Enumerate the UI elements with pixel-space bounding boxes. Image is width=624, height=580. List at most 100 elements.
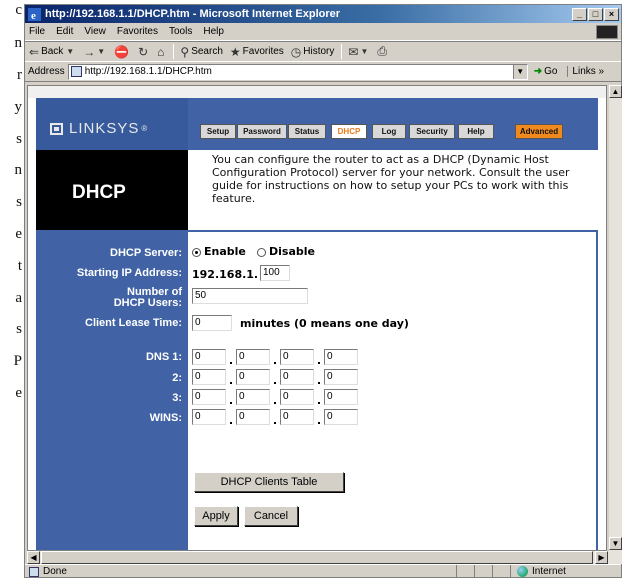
menu-favorites[interactable]: Favorites (117, 26, 158, 37)
book-text-fragment: s (16, 131, 22, 147)
dns1-octet-1-input[interactable]: 0 (192, 349, 226, 365)
dns2-octet-1-input[interactable]: 0 (192, 369, 226, 385)
title-area: DHCP (36, 150, 188, 230)
address-value: http://192.168.1.1/DHCP.htm (84, 66, 212, 77)
back-button[interactable]: ⇐ Back ▼ (29, 45, 76, 59)
go-button[interactable]: ➜ Go (534, 66, 558, 77)
status-cell (457, 565, 475, 578)
linksys-logo: LINKSYS ® (50, 120, 148, 137)
chevron-down-icon[interactable]: ▼ (512, 64, 527, 79)
dns3-octet-4-input[interactable]: 0 (324, 389, 358, 405)
tab-setup[interactable]: Setup (200, 124, 236, 139)
scroll-up-icon[interactable]: ▲ (609, 85, 622, 98)
address-label: Address (28, 66, 65, 77)
dns1-octet-2-input[interactable]: 0 (236, 349, 270, 365)
tab-advanced[interactable]: Advanced (515, 124, 563, 139)
print-button[interactable]: ⎙ (377, 44, 389, 59)
dns2-octet-2-input[interactable]: 0 (236, 369, 270, 385)
linksys-logo-icon (50, 122, 63, 135)
menu-view[interactable]: View (84, 26, 106, 37)
octet-separator (274, 382, 276, 384)
links-button[interactable]: Links » (567, 66, 604, 77)
dns1-octet-4-input[interactable]: 0 (324, 349, 358, 365)
dns3-octet-2-input[interactable]: 0 (236, 389, 270, 405)
menu-bar: File Edit View Favorites Tools Help (25, 23, 621, 41)
cancel-button[interactable]: Cancel (244, 506, 298, 526)
menu-file[interactable]: File (29, 26, 45, 37)
enable-radio[interactable] (192, 248, 201, 257)
home-icon: ⌂ (157, 44, 165, 59)
octet-separator (274, 402, 276, 404)
status-message: Done (25, 565, 457, 578)
wins-label: WINS: (149, 412, 182, 424)
home-button[interactable]: ⌂ (157, 45, 166, 59)
menu-edit[interactable]: Edit (56, 26, 73, 37)
scroll-left-icon[interactable]: ◀ (27, 551, 40, 564)
scroll-down-icon[interactable]: ▼ (609, 537, 622, 550)
close-button[interactable]: × (604, 7, 619, 21)
page-top-strip (28, 86, 606, 98)
page-icon (70, 66, 82, 77)
search-button[interactable]: ⚲ Search (180, 45, 222, 59)
tab-dhcp[interactable]: DHCP (331, 124, 367, 139)
menu-help[interactable]: Help (203, 26, 224, 37)
scroll-right-icon[interactable]: ▶ (595, 551, 608, 564)
dns3-octet-1-input[interactable]: 0 (192, 389, 226, 405)
horizontal-scrollbar[interactable]: ◀ ▶ (27, 551, 622, 564)
page-title: DHCP (72, 182, 126, 203)
minimize-button[interactable]: _ (572, 7, 587, 21)
browser-window: e http://192.168.1.1/DHCP.htm - Microsof… (24, 4, 622, 578)
lease-time-input[interactable]: 0 (192, 315, 232, 331)
scroll-thumb[interactable] (41, 551, 593, 564)
linksys-logo-text: LINKSYS (69, 120, 140, 137)
tab-status[interactable]: Status (288, 124, 326, 139)
refresh-button[interactable]: ↻ (138, 45, 150, 59)
vertical-scrollbar[interactable]: ▲ ▼ (609, 85, 622, 551)
address-input[interactable]: http://192.168.1.1/DHCP.htm ▼ (67, 63, 528, 80)
forward-button[interactable]: → ▼ (83, 45, 107, 59)
dns2-octet-4-input[interactable]: 0 (324, 369, 358, 385)
go-label: Go (544, 66, 558, 77)
dns2-label: 2: (172, 372, 182, 384)
history-button[interactable]: ◷ History (291, 45, 335, 59)
octet-separator (230, 402, 232, 404)
lease-time-label: Client Lease Time: (85, 317, 182, 329)
starting-ip-last-octet-input[interactable]: 100 (260, 265, 290, 281)
menu-tools[interactable]: Tools (169, 26, 192, 37)
favorites-button[interactable]: ★ Favorites (230, 45, 284, 59)
wins-octet-2-input[interactable]: 0 (236, 409, 270, 425)
chevron-down-icon: ▼ (66, 47, 75, 56)
num-users-input[interactable]: 50 (192, 288, 308, 304)
tab-log[interactable]: Log (372, 124, 406, 139)
tab-security[interactable]: Security (409, 124, 455, 139)
octet-separator (318, 382, 320, 384)
starting-ip-label: Starting IP Address: (76, 267, 182, 279)
go-arrow-icon: ➜ (533, 66, 543, 77)
favorites-label: Favorites (242, 46, 284, 57)
dns1-label: DNS 1: (145, 351, 182, 363)
dhcp-clients-table-button[interactable]: DHCP Clients Table (194, 472, 344, 492)
windows-logo-icon (596, 24, 618, 39)
dns1-octet-3-input[interactable]: 0 (280, 349, 314, 365)
tab-help[interactable]: Help (458, 124, 494, 139)
octet-separator (318, 422, 320, 424)
toolbar-separator (173, 44, 175, 59)
disable-radio[interactable] (257, 248, 266, 257)
mail-button[interactable]: ✉ ▼ (348, 45, 370, 59)
back-label: Back (41, 46, 64, 57)
wins-octet-3-input[interactable]: 0 (280, 409, 314, 425)
stop-button[interactable]: ⛔ (114, 45, 131, 59)
maximize-button[interactable]: □ (588, 7, 603, 21)
book-text-fragment: s (16, 194, 22, 210)
status-cell (475, 565, 493, 578)
dns2-octet-3-input[interactable]: 0 (280, 369, 314, 385)
tab-password[interactable]: Password (237, 124, 287, 139)
disable-label: Disable (269, 245, 315, 258)
chevron-down-icon: ▼ (360, 47, 369, 56)
apply-button[interactable]: Apply (194, 506, 238, 526)
page-viewport: LINKSYS ® Setup Password Status DHCP Log… (27, 85, 607, 551)
dns3-octet-3-input[interactable]: 0 (280, 389, 314, 405)
title-bar[interactable]: e http://192.168.1.1/DHCP.htm - Microsof… (25, 5, 621, 23)
wins-octet-1-input[interactable]: 0 (192, 409, 226, 425)
wins-octet-4-input[interactable]: 0 (324, 409, 358, 425)
